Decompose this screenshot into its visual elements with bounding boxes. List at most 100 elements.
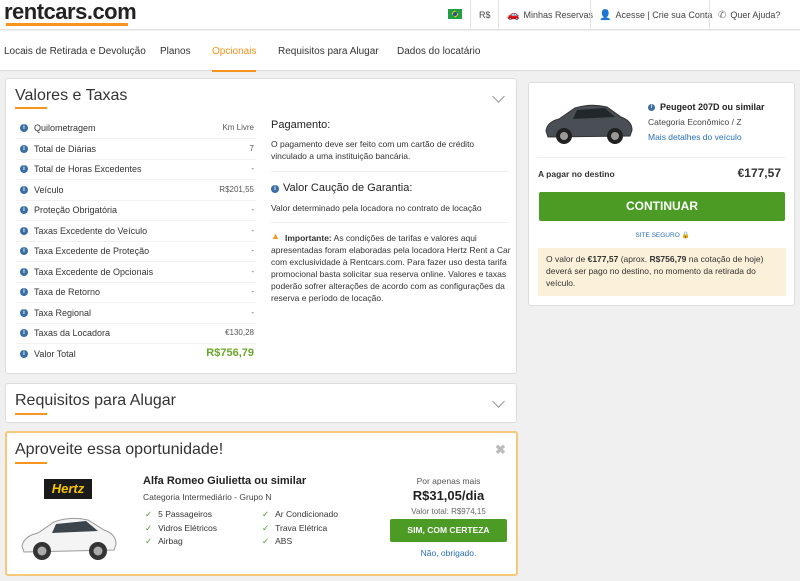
phone-icon: ✆: [718, 10, 727, 21]
fee-row: i Quilometragem Km Livre: [16, 119, 256, 139]
close-icon[interactable]: ✖: [495, 442, 506, 458]
step-navigation: Locais de Retirada e Devolução Planos Op…: [0, 31, 800, 72]
info-icon[interactable]: i: [20, 350, 28, 358]
divider: [271, 222, 509, 223]
nav-extras[interactable]: Opcionais: [212, 31, 257, 72]
car-icon: 🚗: [507, 10, 520, 21]
fee-label: Proteção Obrigatória: [34, 205, 118, 215]
fee-row: i Taxa de Retorno -: [16, 283, 256, 303]
info-icon[interactable]: i: [20, 206, 28, 214]
logo-underline: [6, 23, 128, 26]
fee-label: Taxa Excedente de Proteção: [34, 246, 150, 256]
continue-button[interactable]: CONTINUAR: [539, 192, 785, 221]
check-icon: ✓: [262, 522, 270, 533]
lock-icon: 🔒: [681, 232, 690, 239]
fees-card: Valores e Taxas i Quilometragem Km Livre i T…: [5, 78, 517, 374]
fee-row: i Taxa Regional -: [16, 304, 256, 324]
pay-at-destination-label: A pagar no destino: [538, 169, 615, 179]
fee-total-row: i Valor Total R$756,79: [16, 345, 256, 365]
feature-item: ✓ ABS: [262, 536, 293, 546]
fee-value: Km Livre: [222, 123, 254, 132]
fee-label: Taxa de Retorno: [34, 287, 101, 297]
divider: [537, 157, 786, 158]
logo[interactable]: rentcars.com: [4, 0, 137, 24]
fee-value: -: [251, 225, 254, 235]
feature-item: ✓ Airbag: [145, 536, 183, 546]
brazil-flag-icon[interactable]: [448, 9, 462, 19]
info-icon[interactable]: i: [20, 165, 28, 173]
info-icon[interactable]: i: [20, 247, 28, 255]
payment-text: O pagamento deve ser feito com um cartão…: [271, 139, 475, 161]
my-reservations-link[interactable]: 🚗 Minhas Reservas: [498, 0, 593, 30]
feature-item: ✓ Vidros Elétricos: [145, 522, 218, 533]
info-icon[interactable]: i: [271, 185, 279, 193]
chevron-down-icon[interactable]: [492, 395, 505, 408]
fee-label: Taxas da Locadora: [34, 328, 111, 338]
fee-row: i Taxa Excedente de Opcionais -: [16, 263, 256, 283]
info-icon[interactable]: i: [648, 104, 655, 111]
fee-row: i Proteção Obrigatória -: [16, 201, 256, 221]
check-icon: ✓: [145, 509, 153, 519]
price-prefix: Por apenas mais: [416, 476, 481, 486]
divider: [271, 171, 509, 172]
info-icon[interactable]: i: [20, 226, 28, 235]
vehicle-details-link[interactable]: Mais detalhes do veículo: [648, 132, 742, 142]
fee-value: -: [251, 164, 254, 173]
user-icon: 👤: [599, 10, 612, 21]
booking-summary-card: i Peugeot 207D ou similar Categoria Econ…: [528, 82, 795, 306]
fee-value: -: [251, 246, 254, 255]
fee-label: Taxa Excedente de Opcionais: [34, 266, 154, 277]
pay-at-destination-value: €177,57: [737, 166, 781, 180]
nav-pickup-dropoff[interactable]: Locais de Retirada e Devolução: [4, 31, 146, 71]
info-icon[interactable]: i: [20, 124, 28, 132]
fee-value: -: [251, 266, 254, 276]
peugeot-car-image: [545, 104, 633, 144]
accept-upsell-button[interactable]: SIM, COM CERTEZA: [390, 519, 507, 542]
feature-item: ✓ Trava Elétrica: [262, 522, 328, 533]
fee-label: Total de Diárias: [34, 143, 97, 154]
upsell-price: R$31,05/dia: [412, 488, 485, 503]
fee-value: 7: [249, 143, 254, 153]
total-value: R$756,79: [206, 347, 254, 359]
account-link[interactable]: 👤 Acesse | Crie sua Conta: [590, 0, 712, 30]
summary-category: Categoria Econômico / Z: [648, 117, 742, 127]
requirements-title: Requisitos para Alugar: [15, 392, 176, 409]
upsell-category: Categoria Intermediário - Grupo N: [143, 492, 272, 502]
requirements-card[interactable]: Requisitos para Alugar: [5, 383, 517, 423]
fee-row: i Taxa Excedente de Proteção -: [16, 242, 256, 262]
fee-value: R$201,55: [219, 184, 254, 194]
info-icon[interactable]: i: [20, 144, 28, 153]
info-icon[interactable]: i: [20, 185, 28, 194]
info-icon[interactable]: i: [20, 308, 28, 317]
help-link[interactable]: ✆ Quer Ajuda?: [709, 0, 780, 30]
check-icon: ✓: [262, 509, 270, 519]
info-icon[interactable]: i: [20, 267, 28, 276]
fee-label: Quilometragem: [34, 123, 96, 133]
chevron-down-icon[interactable]: [492, 90, 505, 103]
secure-site-label: SITE SEGURO 🔒: [635, 232, 690, 239]
alfa-romeo-car-image: [21, 517, 117, 560]
info-icon[interactable]: i: [20, 329, 28, 337]
check-icon: ✓: [145, 536, 153, 546]
fee-label: Total de Horas Excedentes: [34, 164, 142, 174]
fee-row: i Veículo R$201,55: [16, 181, 256, 201]
currency-selector[interactable]: R$: [470, 0, 491, 30]
nav-driver-data[interactable]: Dados do locatário: [397, 31, 480, 71]
title-accent: [15, 462, 47, 464]
check-icon: ✓: [145, 522, 153, 533]
decline-upsell-link[interactable]: Não, obrigado.: [390, 548, 507, 558]
check-icon: ✓: [262, 536, 270, 546]
destination-payment-note: O valor de €177,57 (aprox. R$756,79 na c…: [538, 248, 786, 296]
nav-requirements[interactable]: Requisitos para Alugar: [278, 31, 379, 71]
fees-title: Valores e Taxas: [15, 87, 128, 104]
fee-value: -: [251, 287, 254, 296]
important-note: Importante: As condições de tarifas e va…: [271, 233, 511, 303]
upsell-car-name: Alfa Romeo Giulietta ou similar: [143, 475, 307, 487]
fee-value: -: [251, 205, 254, 214]
feature-item: ✓ Ar Condicionado: [262, 509, 338, 519]
info-icon[interactable]: i: [20, 288, 28, 296]
upsell-title: Aproveite essa oportunidade!: [15, 441, 224, 458]
fee-row: i Total de Diárias 7: [16, 140, 256, 160]
summary-car-name: Peugeot 207D ou similar: [660, 102, 765, 112]
nav-plans[interactable]: Planos: [160, 31, 191, 71]
